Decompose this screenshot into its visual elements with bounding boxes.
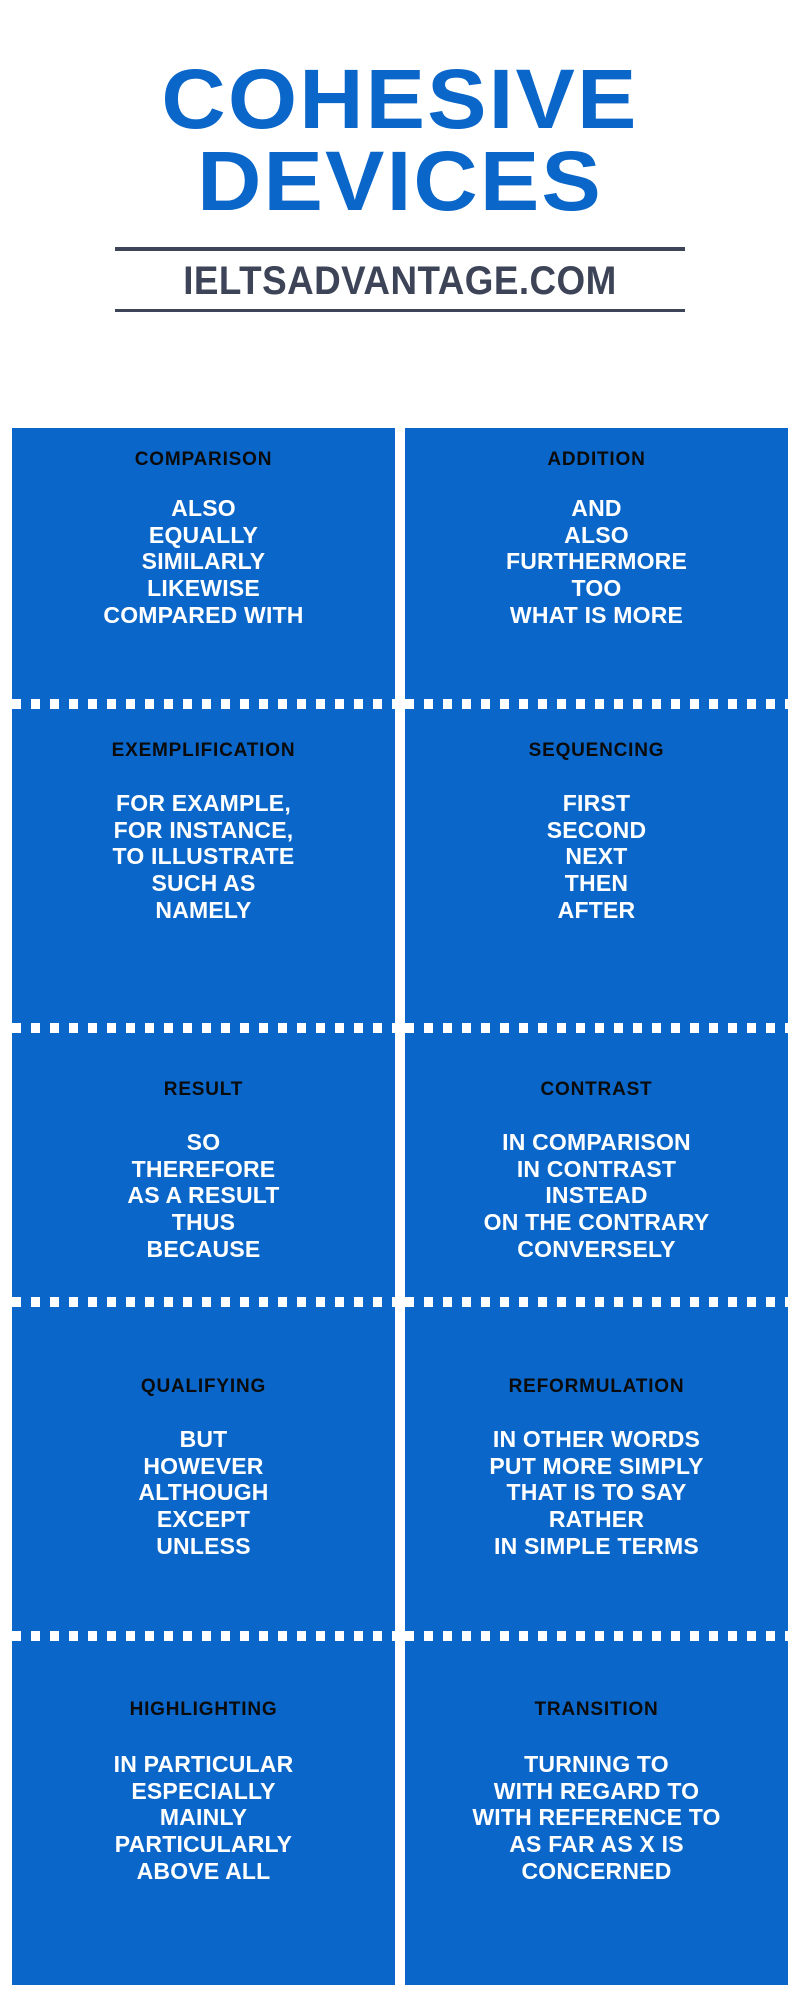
list-item: TO ILLUSTRATE [112, 843, 295, 870]
cell-heading: COMPARISON [134, 449, 273, 470]
cell-heading: QUALIFYING [140, 1376, 267, 1397]
list-item: EXCEPT [156, 1506, 251, 1533]
list-item: COMPARED WITH [103, 601, 304, 628]
list-item: FURTHERMORE [505, 548, 688, 575]
list-item: ESPECIALLY [131, 1777, 276, 1804]
list-item: SUCH AS [151, 870, 256, 897]
cell-heading: CONTRAST [540, 1079, 653, 1100]
cell-transition: TRANSITION TURNING TO WITH REGARD TO WIT… [405, 1631, 788, 1985]
list-item: NEXT [565, 843, 628, 870]
list-item: THUS [171, 1209, 236, 1236]
list-item: SECOND [546, 816, 647, 843]
list-item: TOO [571, 575, 622, 602]
cell-item-list: AND ALSO FURTHERMORE TOO WHAT IS MORE [506, 495, 687, 628]
site-attribution: IELTSADVANTAGE.COM [183, 258, 617, 303]
list-item: PUT MORE SIMPLY [489, 1452, 704, 1479]
list-item: IN SIMPLE TERMS [494, 1532, 699, 1559]
cell-item-list: ALSO EQUALLY SIMILARLY LIKEWISE COMPARED… [103, 495, 303, 628]
list-item: NAMELY [155, 896, 252, 923]
list-item: IN OTHER WORDS [492, 1426, 701, 1452]
list-item: THEREFORE [131, 1155, 276, 1182]
column-right: ADDITION AND ALSO FURTHERMORE TOO WHAT I… [405, 428, 788, 1985]
list-item: HOWEVER [143, 1452, 264, 1479]
list-item: ALTHOUGH [138, 1479, 269, 1506]
cell-exemplification: EXEMPLIFICATION FOR EXAMPLE, FOR INSTANC… [12, 699, 395, 1041]
list-item: MAINLY [159, 1804, 248, 1831]
list-item: SIMILARLY [141, 548, 266, 575]
cell-addition: ADDITION AND ALSO FURTHERMORE TOO WHAT I… [405, 428, 788, 713]
list-item: BUT [179, 1426, 228, 1452]
list-item: PARTICULARLY [114, 1831, 293, 1858]
column-left: COMPARISON ALSO EQUALLY SIMILARLY LIKEWI… [12, 428, 395, 1985]
title-line-1: COHESIVE [161, 52, 639, 146]
cell-heading: ADDITION [547, 449, 646, 470]
list-item: AND [571, 495, 622, 521]
list-item: CONVERSELY [517, 1235, 676, 1262]
cell-heading: EXEMPLIFICATION [111, 740, 296, 761]
list-item: RATHER [548, 1506, 645, 1533]
list-item: ALSO [171, 495, 236, 521]
list-item: FIRST [562, 790, 631, 816]
list-item: EQUALLY [148, 521, 259, 548]
list-item: ALSO [564, 521, 629, 548]
subtitle-rule-block: IELTSADVANTAGE.COM [115, 246, 685, 312]
cell-item-list: SO THEREFORE AS A RESULT THUS BECAUSE [127, 1129, 279, 1262]
list-item: ABOVE ALL [136, 1857, 271, 1884]
cell-heading: REFORMULATION [508, 1376, 685, 1397]
list-item: WHAT IS MORE [509, 601, 684, 628]
page-title: COHESIVE DEVICES [0, 52, 800, 229]
cell-highlighting: HIGHLIGHTING IN PARTICULAR ESPECIALLY MA… [12, 1631, 395, 1985]
list-item: TURNING TO [524, 1751, 669, 1777]
cell-item-list: IN COMPARISON IN CONTRAST INSTEAD ON THE… [484, 1129, 710, 1262]
list-item: THEN [564, 870, 629, 897]
list-item: AS A RESULT [127, 1182, 280, 1209]
cell-sequencing: SEQUENCING FIRST SECOND NEXT THEN AFTER [405, 699, 788, 1041]
list-item: LIKEWISE [147, 575, 260, 602]
cell-heading: TRANSITION [534, 1699, 659, 1720]
title-line-2: DEVICES [197, 134, 603, 229]
list-item: SO [186, 1129, 221, 1155]
cell-item-list: IN PARTICULAR ESPECIALLY MAINLY PARTICUL… [114, 1751, 294, 1884]
list-item: ON THE CONTRARY [483, 1209, 710, 1236]
list-item: UNLESS [156, 1532, 251, 1559]
cell-heading: RESULT [163, 1079, 244, 1100]
cell-qualifying: QUALIFYING BUT HOWEVER ALTHOUGH EXCEPT U… [12, 1297, 395, 1651]
list-item: WITH REGARD TO [493, 1777, 700, 1804]
list-item: IN COMPARISON [502, 1129, 691, 1155]
cell-item-list: FIRST SECOND NEXT THEN AFTER [547, 790, 647, 923]
cell-heading: SEQUENCING [528, 740, 665, 761]
cell-contrast: CONTRAST IN COMPARISON IN CONTRAST INSTE… [405, 1023, 788, 1321]
list-item: IN PARTICULAR [113, 1751, 294, 1777]
list-item: BECAUSE [146, 1235, 261, 1262]
cohesive-devices-grid: COMPARISON ALSO EQUALLY SIMILARLY LIKEWI… [12, 428, 788, 1985]
list-item: IN CONTRAST [516, 1155, 677, 1182]
cell-result: RESULT SO THEREFORE AS A RESULT THUS BEC… [12, 1023, 395, 1321]
poster-header: COHESIVE DEVICES IELTSADVANTAGE.COM [0, 0, 800, 312]
list-item: THAT IS TO SAY [506, 1479, 687, 1506]
list-item: AFTER [557, 896, 636, 923]
cell-item-list: TURNING TO WITH REGARD TO WITH REFERENCE… [472, 1751, 720, 1884]
cell-heading: HIGHLIGHTING [129, 1699, 278, 1720]
list-item: AS FAR AS X IS [509, 1831, 684, 1858]
infographic-poster: COHESIVE DEVICES IELTSADVANTAGE.COM COMP… [0, 0, 800, 2000]
list-item: WITH REFERENCE TO [472, 1804, 721, 1831]
cell-item-list: IN OTHER WORDS PUT MORE SIMPLY THAT IS T… [489, 1426, 703, 1559]
cell-comparison: COMPARISON ALSO EQUALLY SIMILARLY LIKEWI… [12, 428, 395, 713]
cell-reformulation: REFORMULATION IN OTHER WORDS PUT MORE SI… [405, 1297, 788, 1651]
list-item: FOR EXAMPLE, [116, 790, 291, 816]
list-item: INSTEAD [545, 1182, 648, 1209]
cell-item-list: FOR EXAMPLE, FOR INSTANCE, TO ILLUSTRATE… [113, 790, 295, 923]
list-item: FOR INSTANCE, [113, 816, 294, 843]
cell-item-list: BUT HOWEVER ALTHOUGH EXCEPT UNLESS [138, 1426, 268, 1559]
list-item: CONCERNED [521, 1857, 672, 1884]
